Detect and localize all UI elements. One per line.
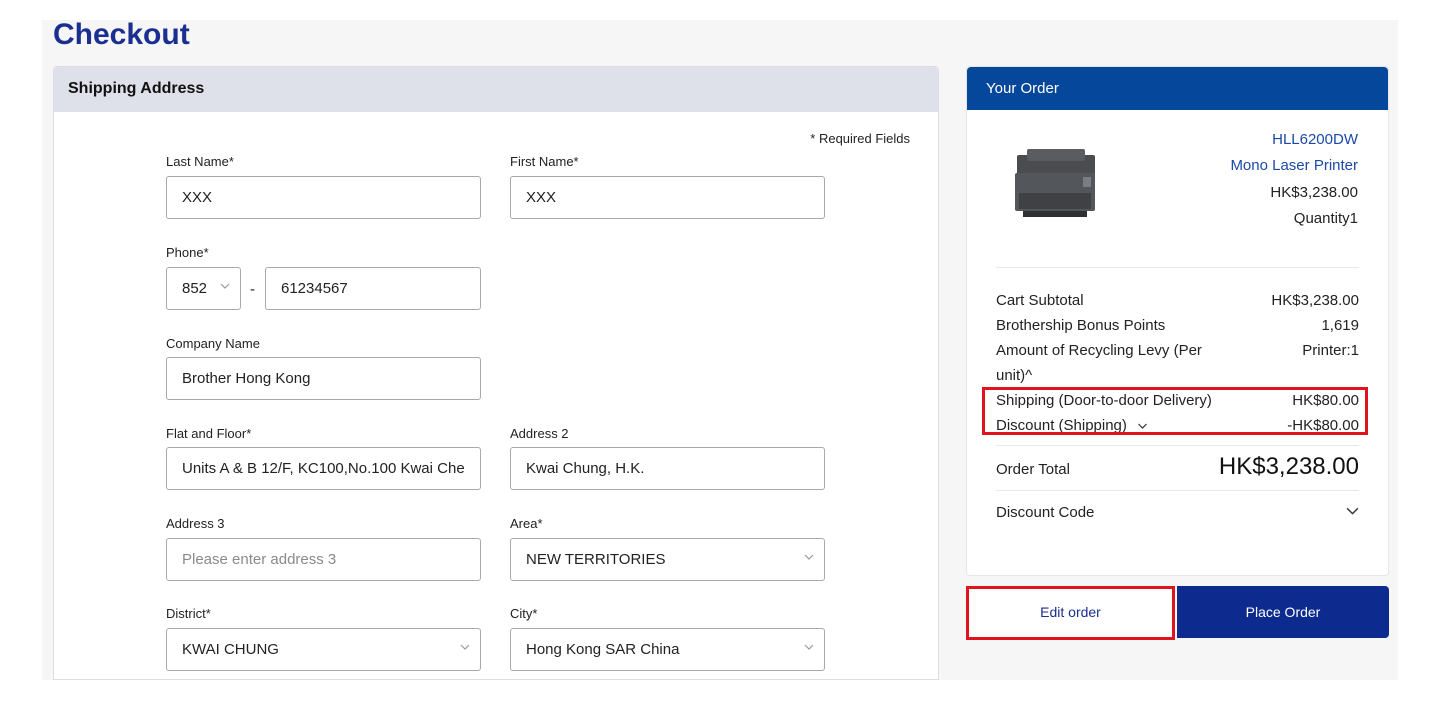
recycling-levy-label-line2: unit)^ (996, 367, 1033, 384)
product-model-link[interactable]: HLL6200DW (1272, 131, 1358, 148)
phone-country-code-select[interactable]: 852 (166, 267, 241, 310)
order-total-label: Order Total (996, 461, 1070, 478)
chevron-down-icon (804, 554, 814, 560)
place-order-button[interactable]: Place Order (1177, 586, 1389, 638)
phone-separator: - (250, 281, 255, 298)
divider (996, 445, 1359, 446)
last-name-label: Last Name* (166, 154, 234, 169)
highlight-shipping-discount (982, 387, 1368, 435)
first-name-input[interactable]: XXX (510, 176, 825, 219)
bonus-points-value: 1,619 (1321, 317, 1359, 334)
address3-label: Address 3 (166, 516, 225, 531)
last-name-input[interactable]: XXX (166, 176, 481, 219)
page-title: Checkout (53, 18, 190, 51)
phone-number-input[interactable]: 61234567 (265, 267, 481, 310)
area-label: Area* (510, 516, 543, 531)
order-summary-panel: Your Order HLL6200DW Mono Laser Printer … (966, 66, 1389, 576)
discount-code-toggle[interactable]: Discount Code (996, 504, 1359, 528)
area-select[interactable]: NEW TERRITORIES (510, 538, 825, 581)
product-price: HK$3,238.00 (1270, 184, 1358, 201)
district-select[interactable]: KWAI CHUNG (166, 628, 481, 671)
city-select-value: Hong Kong SAR China (526, 641, 680, 658)
highlight-edit-order (966, 586, 1175, 640)
city-label: City* (510, 606, 538, 621)
chevron-down-icon (220, 283, 230, 289)
divider (996, 490, 1359, 491)
product-name-link[interactable]: Mono Laser Printer (1230, 157, 1358, 174)
recycling-levy-value: Printer:1 (1302, 342, 1359, 359)
discount-code-label: Discount Code (996, 504, 1095, 521)
recycling-levy-label-line1: Amount of Recycling Levy (Per (996, 342, 1202, 359)
chevron-down-icon (804, 644, 814, 650)
flat-floor-input[interactable]: Units A & B 12/F, KC100,No.100 Kwai Che (166, 447, 481, 490)
company-name-input[interactable]: Brother Hong Kong (166, 357, 481, 400)
address2-input[interactable]: Kwai Chung, H.K. (510, 447, 825, 490)
chevron-down-icon (460, 644, 470, 650)
district-label: District* (166, 606, 211, 621)
address3-input[interactable]: Please enter address 3 (166, 538, 481, 581)
district-select-value: KWAI CHUNG (182, 641, 279, 658)
product-quantity: Quantity1 (1293, 210, 1358, 227)
company-name-label: Company Name (166, 336, 260, 351)
flat-floor-label: Flat and Floor* (166, 426, 252, 441)
city-select[interactable]: Hong Kong SAR China (510, 628, 825, 671)
order-summary-header: Your Order (967, 67, 1388, 110)
first-name-label: First Name* (510, 154, 579, 169)
area-select-value: NEW TERRITORIES (526, 551, 666, 568)
printer-product-image (997, 129, 1107, 239)
address2-label: Address 2 (510, 426, 569, 441)
order-total-value: HK$3,238.00 (1218, 453, 1359, 480)
phone-country-code-value: 852 (182, 280, 208, 297)
cart-subtotal-label: Cart Subtotal (996, 292, 1084, 309)
phone-label: Phone* (166, 245, 209, 260)
recycling-levy-row: Amount of Recycling Levy (Per unit)^ Pri… (996, 342, 1359, 392)
cart-subtotal-value: HK$3,238.00 (1271, 292, 1359, 309)
divider (996, 267, 1359, 268)
shipping-address-header: Shipping Address (54, 67, 938, 112)
bonus-points-label: Brothership Bonus Points (996, 317, 1166, 334)
required-fields-note: * Required Fields (810, 131, 910, 146)
chevron-down-icon (1346, 507, 1359, 515)
